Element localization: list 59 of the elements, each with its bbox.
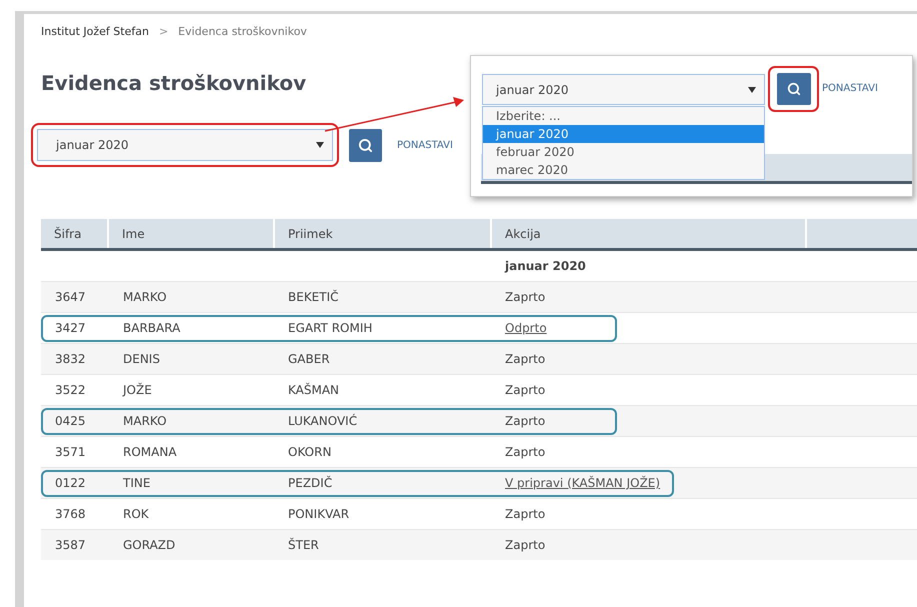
page-title: Evidenca stroškovnikov [41,70,306,97]
status-text: Zaprto [505,507,546,521]
table-cell-text: MARKO [122,413,168,430]
reset-link[interactable]: PONASTAVI [822,81,878,96]
table-cell-text: LUKANOVIĆ [287,412,358,430]
status-text: Zaprto [505,414,546,428]
table-cell-text: 3647 [54,289,87,306]
table-cell-text: 3587 [54,537,87,554]
status-text: Zaprto [505,290,546,304]
table-cell-text: 3768 [54,506,87,523]
breadcrumb-separator: > [158,24,168,40]
search-icon [786,82,800,96]
status-text: Zaprto [505,352,546,366]
table-cell-text: 3832 [54,351,87,368]
dropdown-option[interactable]: januar 2020 [483,125,764,143]
table-cell-text: MARKO [122,289,168,306]
table-cell-text: 3522 [54,382,87,399]
table-cell-text: BEKETIČ [287,288,340,306]
group-label: januar 2020 [504,258,586,275]
column-header: Šifra [41,219,109,248]
dropdown-option[interactable]: februar 2020 [483,143,764,161]
breadcrumb-link[interactable]: Institut Jožef Stefan [41,24,149,40]
column-header: Ime [109,219,275,248]
table-cell-text: GABER [287,351,331,368]
month-select[interactable]: januar 2020 [482,74,765,105]
status-text: Zaprto [505,445,546,459]
table-cell-text: 0425 [54,413,87,430]
status-link[interactable]: V pripravi (KAŠMAN JOŽE) [505,476,660,490]
table-cell-text: TINE [122,475,152,492]
search-button[interactable] [349,128,382,162]
table-cell-text: OKORN [287,444,332,461]
table-cell-text: GORAZD [122,537,176,554]
status-link[interactable]: Odprto [505,321,547,335]
status-text: Zaprto [505,538,546,552]
table-cell-text: 3571 [54,444,87,461]
dropdown-option[interactable]: marec 2020 [483,161,764,179]
table-cell-text: EGART ROMIH [287,320,374,337]
caret-icon [316,142,324,148]
table-cell-text: DENIS [122,351,161,368]
column-header: Priimek [275,219,492,248]
month-select[interactable]: januar 2020 [37,129,333,161]
status-text: Zaprto [505,383,546,397]
table-cell-text: BARBARA [122,320,182,337]
table-cell-text: ROMANA [122,444,178,461]
table-cell-text: JOŽE [121,382,153,399]
table-cell-text: 0122 [54,475,87,492]
breadcrumb-current: Evidenca stroškovnikov [178,24,307,40]
search-button[interactable] [776,73,810,105]
caret-icon [748,86,756,92]
table-cell-text: 3427 [54,320,87,337]
column-header: Akcija [492,219,807,248]
search-icon [358,138,373,152]
table-cell-text: PONIKVAR [287,506,350,523]
dropdown-option[interactable]: Izberite: ... [483,107,764,125]
table-cell-text: ROK [122,506,150,523]
table-cell-text: PEZDIČ [287,474,334,492]
table-cell-text: ŠTER [287,536,320,554]
table-cell-text: KAŠMAN [287,382,340,399]
reset-link[interactable]: PONASTAVI [397,138,453,152]
